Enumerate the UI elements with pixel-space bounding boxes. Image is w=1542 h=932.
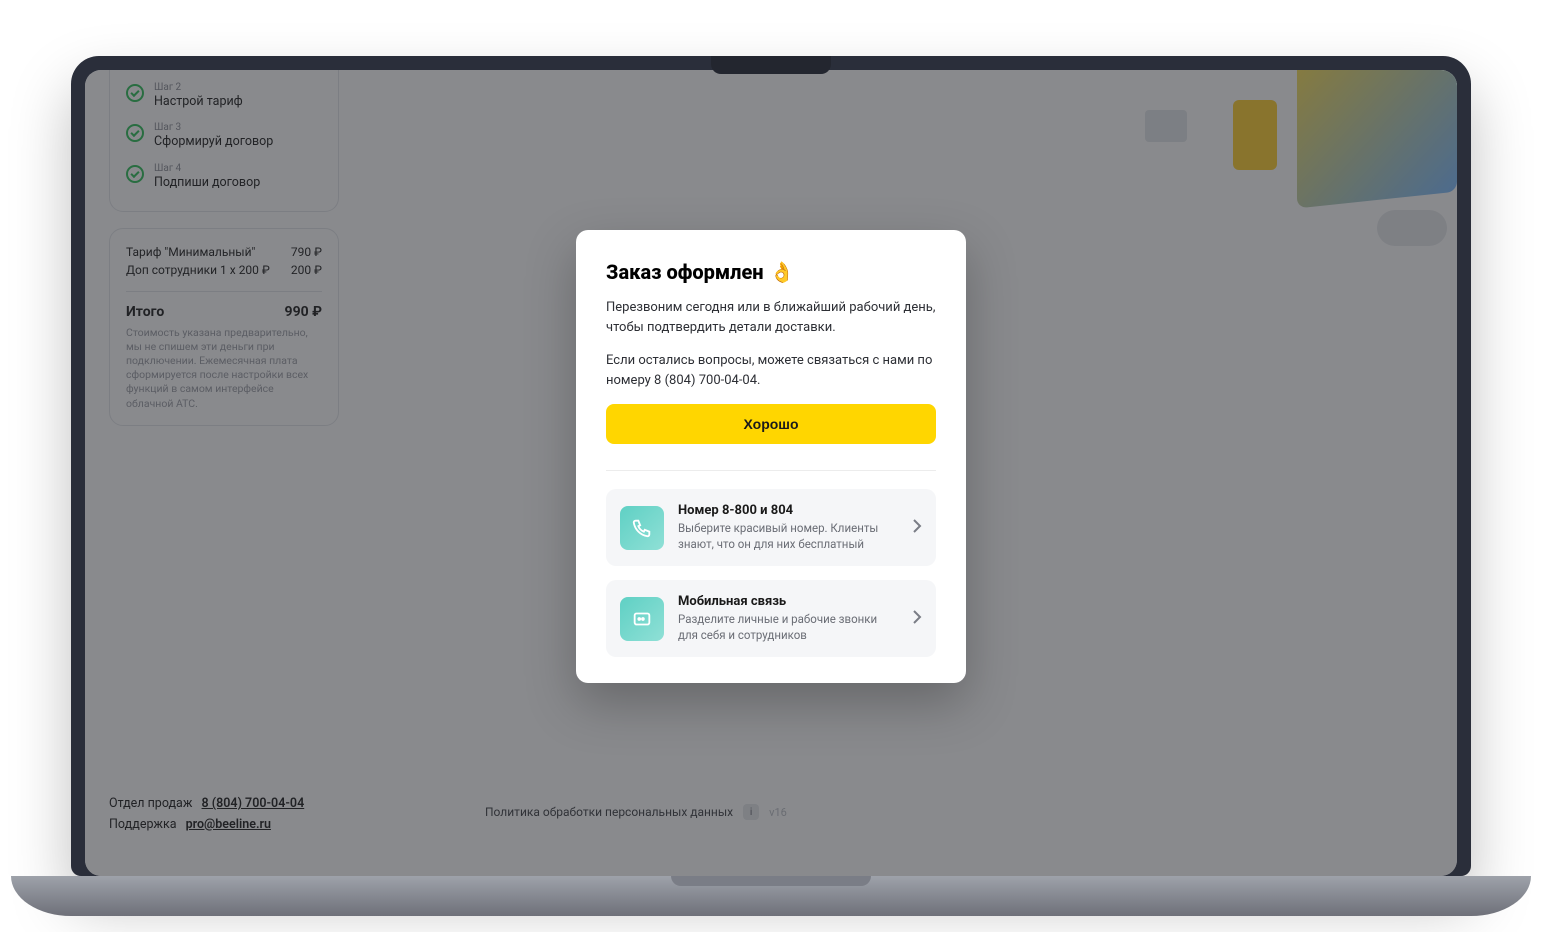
offer-desc: Разделите личные и рабочие звонки для се… — [678, 611, 898, 643]
phone-icon — [620, 506, 664, 550]
laptop-notch — [711, 56, 831, 74]
modal-paragraph: Если остались вопросы, можете связаться … — [606, 351, 936, 390]
offer-card-8800[interactable]: Номер 8-800 и 804 Выберите красивый номе… — [606, 489, 936, 566]
divider — [606, 470, 936, 471]
modal-title-text: Заказ оформлен — [606, 260, 764, 284]
offer-desc: Выберите красивый номер. Клиенты знают, … — [678, 520, 898, 552]
modal-title: Заказ оформлен 👌 — [606, 260, 936, 284]
chevron-right-icon — [912, 609, 922, 629]
offer-title: Номер 8-800 и 804 — [678, 503, 898, 518]
offer-title: Мобильная связь — [678, 594, 898, 609]
screen: Шаг 2 Настрой тариф Шаг 3 Сформируй дого… — [85, 70, 1457, 876]
ok-hand-icon: 👌 — [770, 260, 795, 284]
sim-card-icon — [620, 597, 664, 641]
offer-card-mobile[interactable]: Мобильная связь Разделите личные и рабоч… — [606, 580, 936, 657]
ok-button[interactable]: Хорошо — [606, 404, 936, 444]
modal-paragraph: Перезвоним сегодня или в ближайший рабоч… — [606, 298, 936, 337]
laptop-base — [11, 876, 1531, 916]
order-success-modal: Заказ оформлен 👌 Перезвоним сегодня или … — [576, 230, 966, 683]
laptop-frame: Шаг 2 Настрой тариф Шаг 3 Сформируй дого… — [71, 56, 1471, 876]
chevron-right-icon — [912, 518, 922, 538]
modal-overlay[interactable]: Заказ оформлен 👌 Перезвоним сегодня или … — [85, 70, 1457, 876]
